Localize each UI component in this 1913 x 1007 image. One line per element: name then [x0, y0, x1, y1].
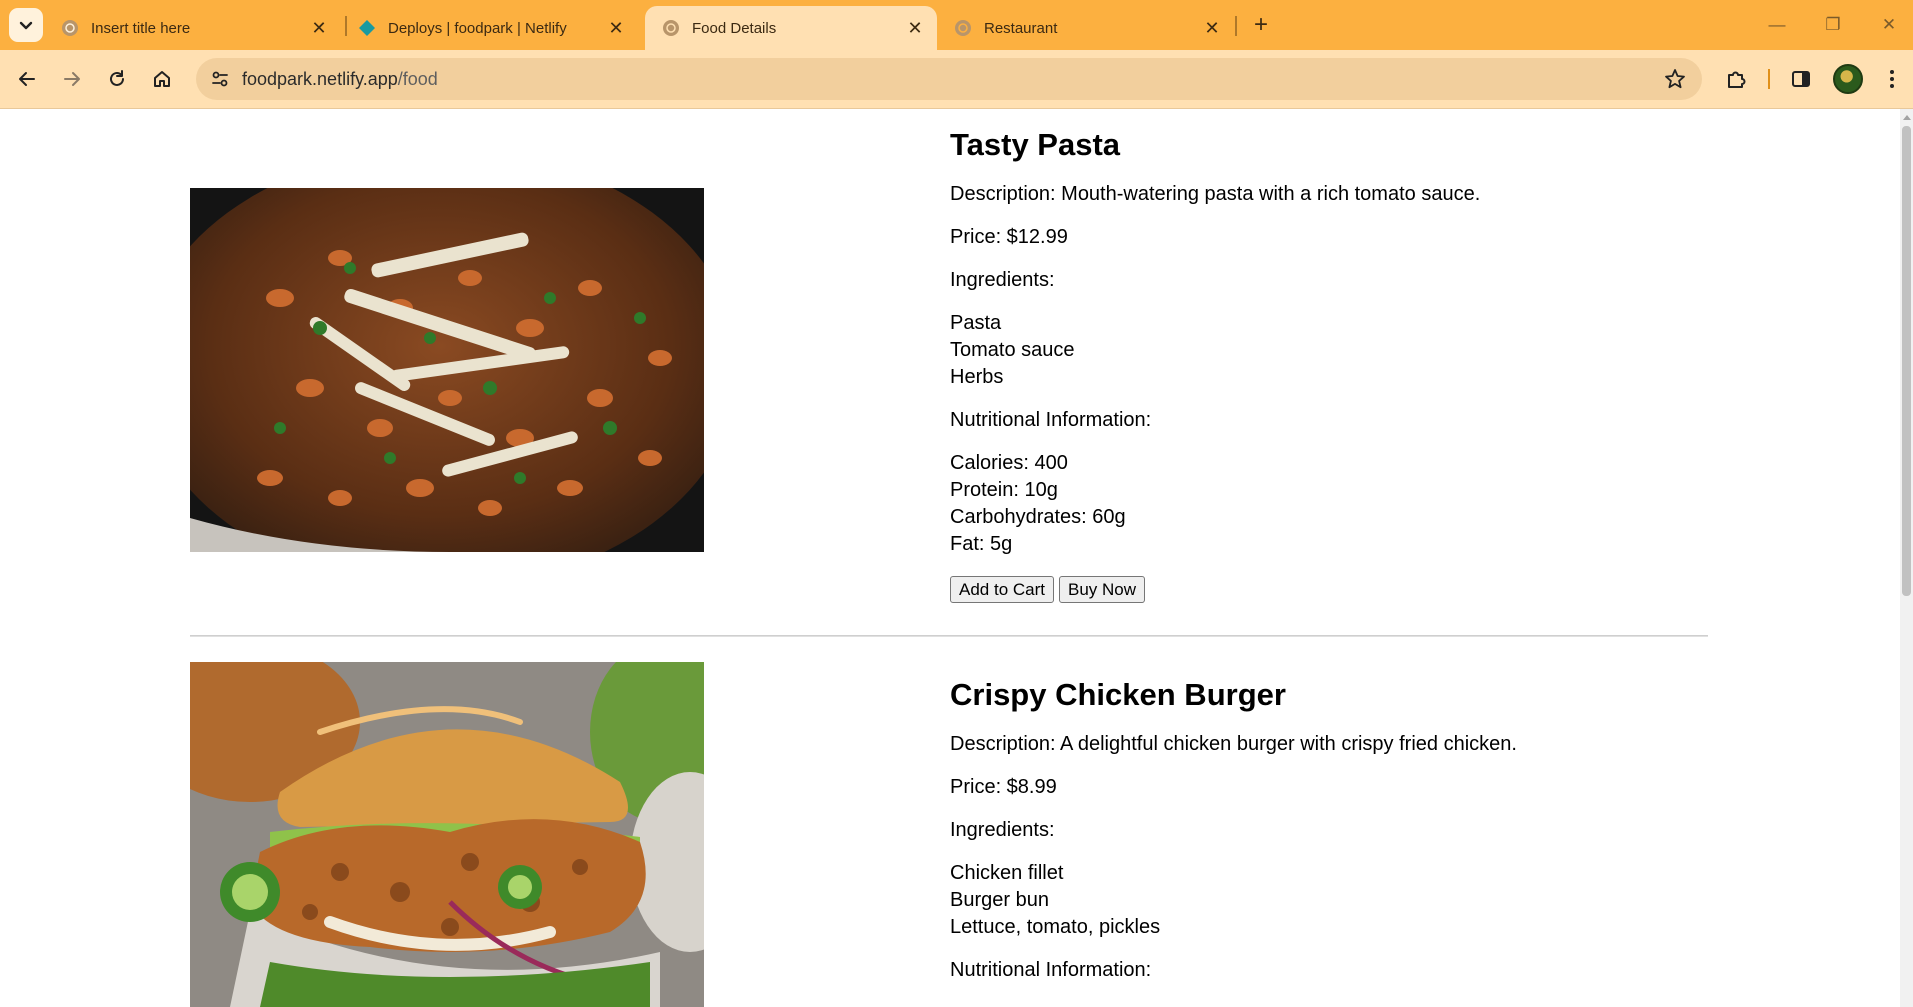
- close-window-button[interactable]: ✕: [1866, 8, 1912, 42]
- nutrition-item: Carbohydrates: 60g: [950, 506, 1126, 528]
- menu-button[interactable]: [1875, 62, 1909, 96]
- nutrition-list: Calories: 400 Protein: 10g Carbohydrates…: [950, 450, 1480, 558]
- food-description: Description: A delightful chicken burger…: [950, 733, 1517, 755]
- restore-icon: ❐: [1825, 15, 1841, 34]
- tab-bar: Insert title here ✕ Deploys | foodpark |…: [0, 0, 1913, 50]
- tab-title: Restaurant: [984, 19, 1058, 37]
- ingredient-item: Burger bun: [950, 889, 1049, 911]
- url-host: foodpark.netlify.app: [242, 69, 398, 89]
- new-tab-button[interactable]: +: [1246, 10, 1276, 40]
- chevron-down-icon: [19, 21, 33, 30]
- ingredients-heading: Ingredients:: [950, 269, 1055, 291]
- ingredient-item: Lettuce, tomato, pickles: [950, 916, 1161, 938]
- tab-title: Insert title here: [91, 19, 191, 37]
- food-description: Description: Mouth-watering pasta with a…: [950, 183, 1481, 205]
- tab-title: Deploys | foodpark | Netlify: [388, 19, 567, 37]
- side-panel-button[interactable]: [1784, 62, 1818, 96]
- tab-search-button[interactable]: [9, 8, 43, 42]
- close-icon[interactable]: ✕: [901, 14, 929, 42]
- nutrition-item: Calories: 400: [950, 452, 1068, 474]
- food-title: Tasty Pasta: [950, 127, 1121, 162]
- ingredient-item: Chicken fillet: [950, 862, 1064, 884]
- site-info-icon[interactable]: [206, 65, 234, 93]
- globe-icon: [662, 19, 680, 37]
- bookmark-star-icon[interactable]: [1660, 64, 1690, 94]
- scroll-up-arrow-icon[interactable]: [1903, 115, 1911, 120]
- minimize-button[interactable]: —: [1754, 8, 1800, 42]
- food-price: Price: $12.99: [950, 226, 1068, 248]
- side-panel-icon: [1792, 71, 1810, 87]
- close-icon[interactable]: ✕: [305, 14, 333, 42]
- ingredients-list: Pasta Tomato sauce Herbs: [950, 310, 1480, 391]
- extensions-button[interactable]: [1719, 62, 1753, 96]
- food-image-pasta: [190, 188, 704, 552]
- tab-netlify-deploys[interactable]: Deploys | foodpark | Netlify ✕: [341, 6, 638, 50]
- food-details-burger: Crispy Chicken Burger Description: A del…: [950, 677, 1517, 984]
- forward-button[interactable]: [55, 62, 89, 96]
- nutrition-heading: Nutritional Information:: [950, 409, 1152, 431]
- browser-toolbar: foodpark.netlify.app/food: [0, 50, 1913, 109]
- nutrition-heading: Nutritional Information:: [950, 959, 1152, 981]
- ingredient-item: Pasta: [950, 312, 1002, 334]
- tab-title: Food Details: [692, 19, 777, 37]
- ingredients-list: Chicken fillet Burger bun Lettuce, tomat…: [950, 860, 1517, 941]
- tab-food-details[interactable]: Food Details ✕: [645, 6, 937, 50]
- url-path: /food: [397, 69, 438, 89]
- scrollbar-thumb[interactable]: [1902, 126, 1911, 596]
- food-image-burger: [190, 662, 704, 1007]
- home-button[interactable]: [145, 62, 179, 96]
- arrow-right-icon: [64, 72, 80, 86]
- buy-now-button[interactable]: Buy Now: [1059, 576, 1146, 603]
- ingredient-item: Herbs: [950, 366, 1004, 388]
- arrow-left-icon: [19, 72, 35, 86]
- url-text[interactable]: foodpark.netlify.app/food: [242, 69, 438, 90]
- tab-insert-title[interactable]: Insert title here ✕: [44, 6, 341, 50]
- add-to-cart-button[interactable]: Add to Cart: [950, 576, 1054, 603]
- page-content: Tasty Pasta Description: Mouth-watering …: [0, 109, 1900, 1007]
- food-divider: [190, 635, 1708, 637]
- action-buttons: Add to Cart Buy Now: [950, 576, 1480, 603]
- home-icon: [154, 71, 170, 87]
- toolbar-divider: [1768, 69, 1770, 89]
- close-icon[interactable]: ✕: [1198, 14, 1226, 42]
- plus-icon: +: [1253, 11, 1268, 38]
- nutrition-item: Protein: 10g: [950, 479, 1058, 501]
- globe-icon: [954, 19, 972, 37]
- address-bar[interactable]: foodpark.netlify.app/food: [196, 58, 1702, 100]
- ingredients-heading: Ingredients:: [950, 819, 1055, 841]
- profile-avatar[interactable]: [1833, 64, 1863, 94]
- tab-restaurant[interactable]: Restaurant ✕: [937, 6, 1234, 50]
- puzzle-piece-icon: [1728, 71, 1746, 88]
- ingredient-item: Tomato sauce: [950, 339, 1075, 361]
- food-price: Price: $8.99: [950, 776, 1057, 798]
- close-icon[interactable]: ✕: [602, 14, 630, 42]
- food-details-pasta: Tasty Pasta Description: Mouth-watering …: [950, 127, 1480, 603]
- reload-icon: [110, 70, 124, 86]
- netlify-diamond-icon: [358, 19, 376, 37]
- page-scrollbar[interactable]: [1900, 109, 1913, 1007]
- nutrition-item: Fat: 5g: [950, 533, 1013, 555]
- restore-button[interactable]: ❐: [1810, 8, 1856, 42]
- back-button[interactable]: [10, 62, 44, 96]
- close-icon: ✕: [1881, 15, 1897, 34]
- minimize-icon: —: [1768, 15, 1786, 34]
- tab-separator: [1235, 16, 1237, 36]
- food-title: Crispy Chicken Burger: [950, 677, 1286, 712]
- reload-button[interactable]: [100, 62, 134, 96]
- globe-icon: [61, 19, 79, 37]
- more-vertical-icon: [1890, 70, 1894, 88]
